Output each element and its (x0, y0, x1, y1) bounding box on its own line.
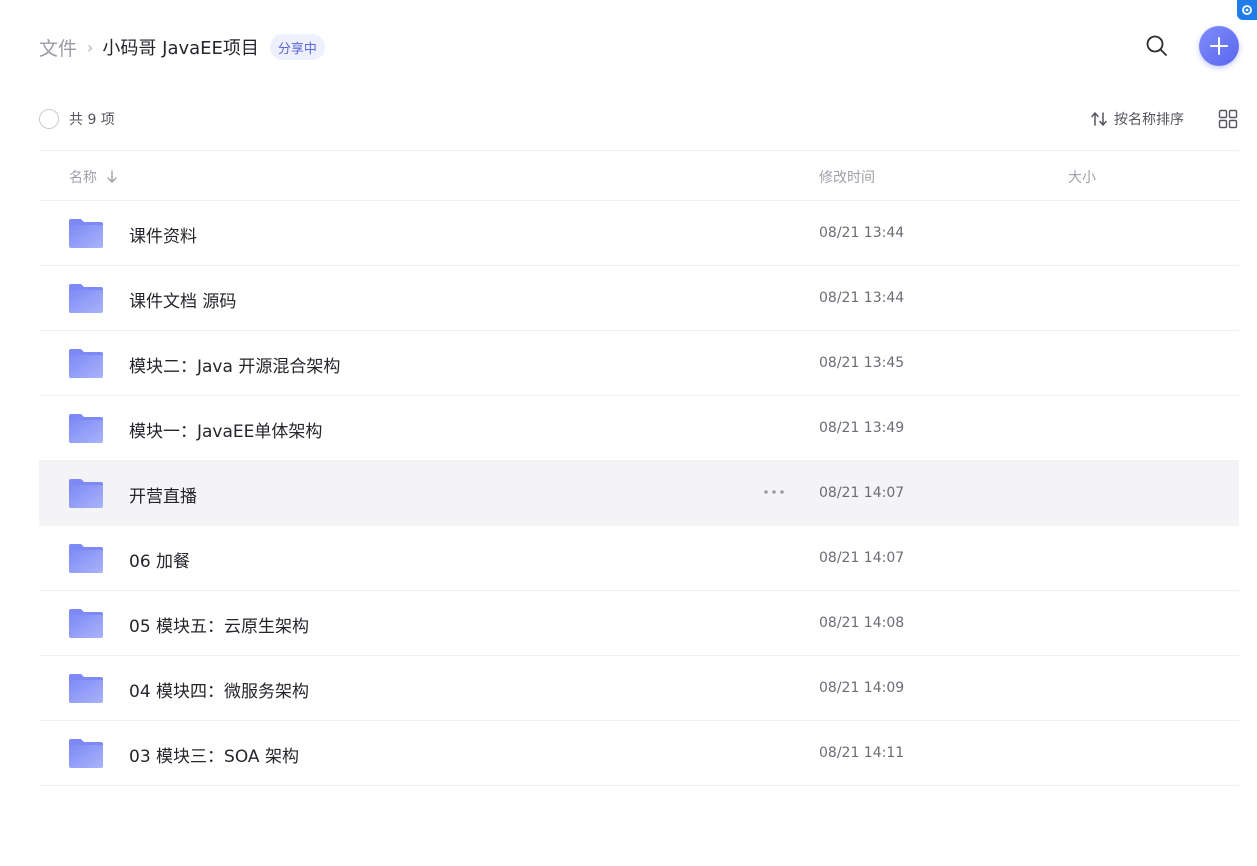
view-toggle-button[interactable] (1218, 109, 1238, 129)
folder-icon (68, 672, 104, 704)
table-row[interactable]: 05 模块五：云原生架构 08/21 14:08 (39, 591, 1239, 656)
file-manager-page: 文件 › 小码哥 JavaEE项目 分享中 共 9 项 按名称排序 名称 修改时… (0, 0, 1257, 866)
column-header-size[interactable]: 大小 (1068, 167, 1096, 187)
select-all-checkbox[interactable] (39, 109, 59, 129)
table-header: 名称 修改时间 大小 (39, 150, 1239, 201)
table-row[interactable]: 模块一：JavaEE单体架构 08/21 13:49 (39, 396, 1239, 461)
file-name[interactable]: 模块一：JavaEE单体架构 (129, 417, 322, 442)
search-button[interactable] (1143, 32, 1171, 60)
column-name-label: 名称 (69, 170, 97, 186)
list-toolbar: 共 9 项 按名称排序 (39, 104, 1239, 134)
page-title: 小码哥 JavaEE项目 (102, 38, 259, 59)
folder-icon (68, 477, 104, 509)
folder-icon (68, 282, 104, 314)
plus-icon (1210, 37, 1228, 55)
folder-icon (68, 217, 104, 249)
file-modified-time: 08/21 13:44 (819, 290, 905, 306)
folder-icon (68, 347, 104, 379)
folder-icon (68, 607, 104, 639)
share-status-badge[interactable]: 分享中 (269, 34, 325, 60)
file-table: 名称 修改时间 大小 课件资料 08/21 13:44 课件文档 源码 08/21 … (39, 150, 1239, 786)
arrow-down-icon (107, 170, 117, 183)
sort-icon (1091, 112, 1107, 126)
toolbar-actions: 按名称排序 (1090, 109, 1239, 129)
file-modified-time: 08/21 14:07 (819, 485, 905, 501)
table-row[interactable]: 06 加餐 08/21 14:07 (39, 526, 1239, 591)
header: 文件 › 小码哥 JavaEE项目 分享中 (39, 26, 1239, 66)
grid-view-icon (1218, 109, 1238, 129)
column-header-name[interactable]: 名称 (69, 167, 118, 187)
column-header-modified[interactable]: 修改时间 (819, 167, 875, 187)
header-actions (1143, 26, 1239, 66)
breadcrumb-root[interactable]: 文件 (39, 34, 77, 61)
search-icon (1146, 35, 1167, 56)
file-list: 课件资料 08/21 13:44 课件文档 源码 08/21 13:44 模块二：J… (39, 201, 1239, 786)
breadcrumb-separator: › (87, 37, 94, 57)
file-modified-time: 08/21 14:11 (819, 745, 905, 761)
file-name[interactable]: 04 模块四：微服务架构 (129, 677, 309, 702)
file-modified-time: 08/21 14:07 (819, 550, 905, 566)
file-modified-time: 08/21 13:49 (819, 420, 905, 436)
file-name[interactable]: 课件资料 (129, 222, 197, 247)
file-modified-time: 08/21 13:44 (819, 225, 905, 241)
file-modified-time: 08/21 14:09 (819, 680, 905, 696)
file-name[interactable]: 开营直播 (129, 482, 197, 507)
item-count: 共 9 项 (69, 112, 115, 128)
table-row[interactable]: 课件资料 08/21 13:44 (39, 201, 1239, 266)
sort-label: 按名称排序 (1114, 112, 1184, 128)
file-name[interactable]: 06 加餐 (129, 547, 190, 572)
folder-icon (68, 412, 104, 444)
file-modified-time: 08/21 13:45 (819, 355, 905, 371)
file-name[interactable]: 05 模块五：云原生架构 (129, 612, 309, 637)
sort-button[interactable]: 按名称排序 (1090, 109, 1184, 129)
table-row[interactable]: 模块二：Java 开源混合架构 08/21 13:45 (39, 331, 1239, 396)
folder-icon (68, 737, 104, 769)
table-row[interactable]: 03 模块三：SOA 架构 08/21 14:11 (39, 721, 1239, 786)
add-button[interactable] (1199, 26, 1239, 66)
file-name[interactable]: 03 模块三：SOA 架构 (129, 742, 299, 767)
more-icon[interactable] (763, 480, 785, 504)
table-row[interactable]: 04 模块四：微服务架构 08/21 14:09 (39, 656, 1239, 721)
file-modified-time: 08/21 14:08 (819, 615, 905, 631)
file-name[interactable]: 课件文档 源码 (129, 287, 236, 312)
table-row[interactable]: 课件文档 源码 08/21 13:44 (39, 266, 1239, 331)
table-row[interactable]: 开营直播 08/21 14:07 (39, 461, 1239, 526)
folder-icon (68, 542, 104, 574)
corner-tag-icon[interactable] (1237, 0, 1257, 20)
file-name[interactable]: 模块二：Java 开源混合架构 (129, 352, 340, 377)
